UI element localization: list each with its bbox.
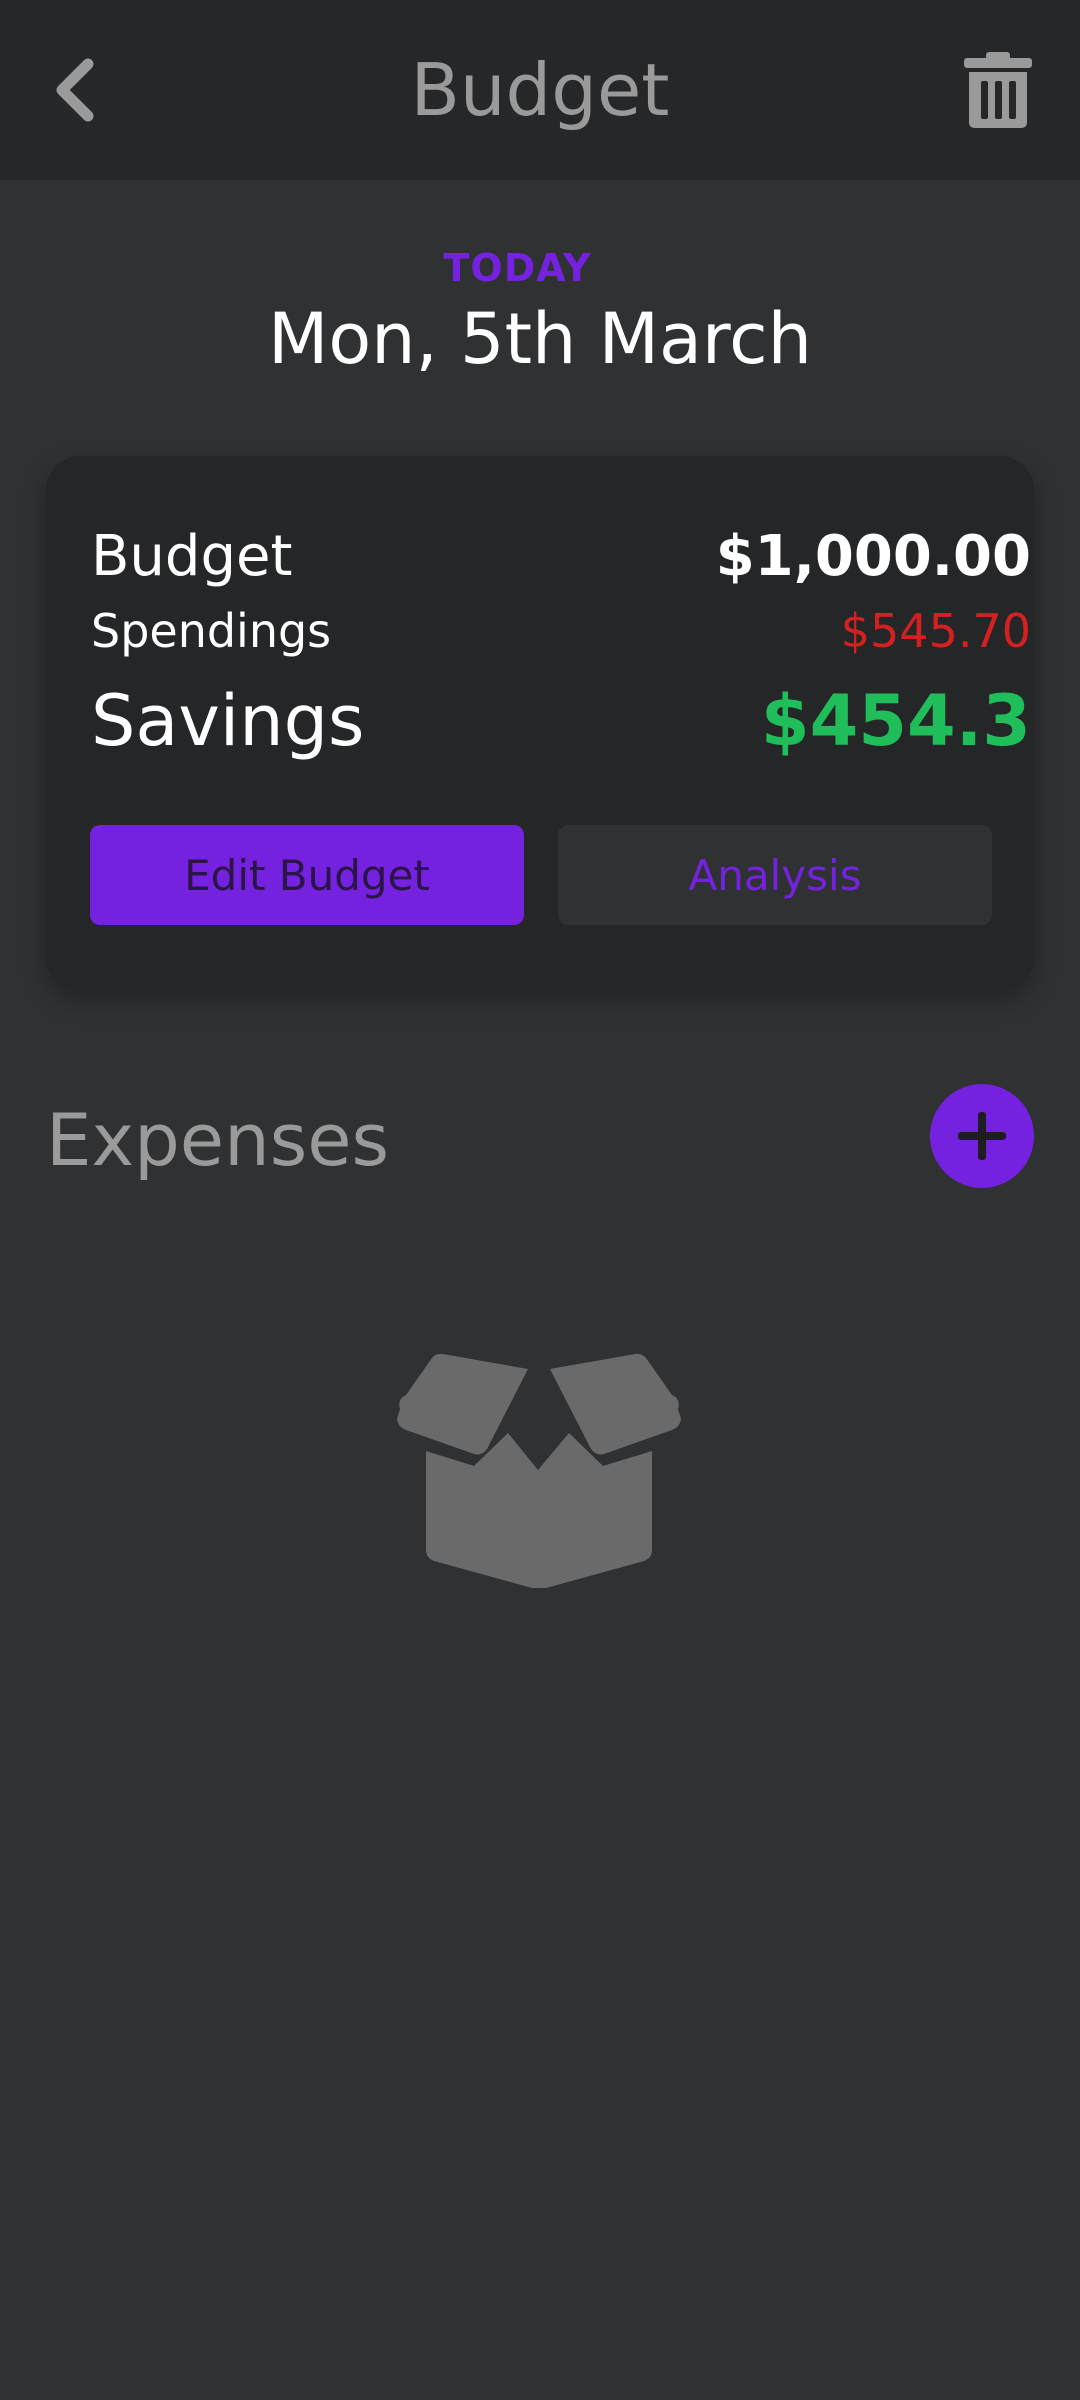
analysis-button[interactable]: Analysis (558, 825, 992, 925)
spendings-value: $545.70 (840, 604, 1031, 658)
app-bar: Budget (0, 0, 1080, 180)
spendings-label: Spendings (91, 604, 332, 658)
expenses-heading: Expenses (46, 1098, 390, 1182)
page-title: Budget (410, 48, 670, 132)
savings-value: $454.3 (760, 680, 1031, 762)
open-box-icon (397, 1353, 681, 1588)
budget-label: Budget (91, 523, 293, 589)
add-expense-button[interactable] (930, 1084, 1034, 1188)
trash-icon (964, 52, 1032, 128)
delete-button[interactable] (956, 44, 1040, 136)
savings-label: Savings (91, 680, 365, 762)
budget-summary-card: Budget $1,000.00 Spendings $545.70 Savin… (46, 456, 1034, 990)
plus-icon (958, 1112, 1006, 1160)
savings-row: Savings $454.3 (91, 666, 1031, 776)
chevron-left-icon (56, 58, 94, 122)
back-button[interactable] (38, 50, 110, 130)
spendings-row: Spendings $545.70 (91, 596, 1031, 666)
budget-value: $1,000.00 (715, 523, 1031, 589)
edit-budget-button[interactable]: Edit Budget (90, 825, 524, 925)
today-label: TODAY (443, 246, 592, 290)
budget-row: Budget $1,000.00 (91, 516, 1031, 596)
date-label: Mon, 5th March (267, 298, 813, 380)
